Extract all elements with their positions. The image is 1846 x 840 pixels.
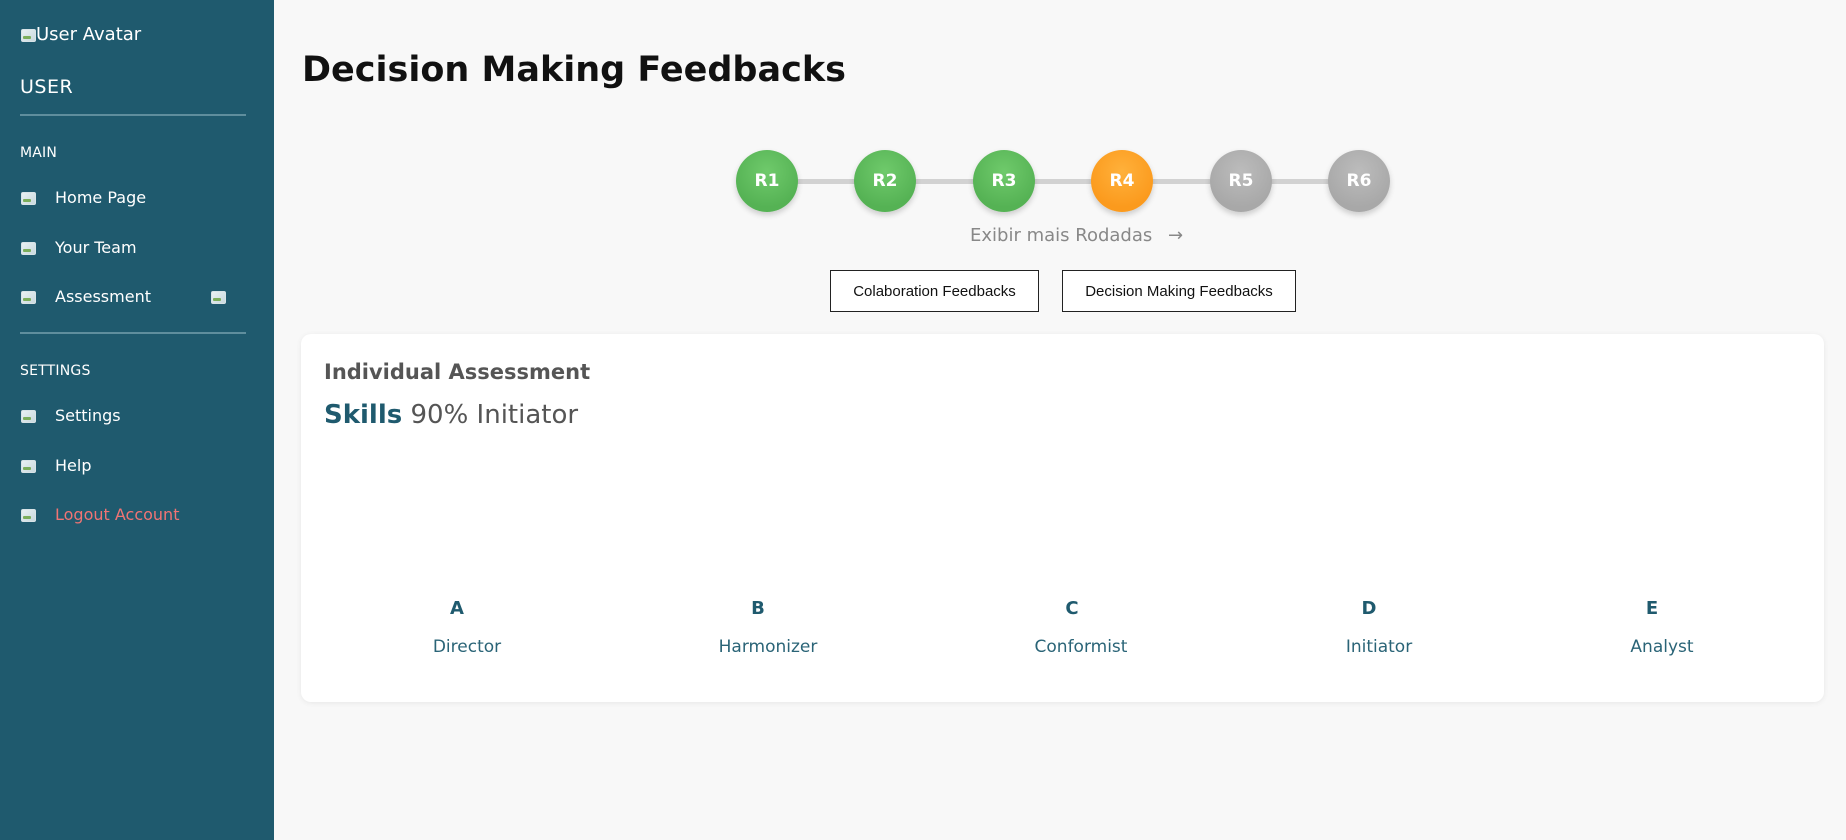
avatar-alt-text: User Avatar	[36, 24, 142, 45]
sidebar-item-label: Your Team	[55, 238, 137, 257]
round-r5[interactable]: R5	[1210, 150, 1272, 212]
home-icon	[20, 190, 36, 206]
settings-icon	[20, 408, 36, 424]
profile-name: Harmonizer	[718, 637, 818, 657]
profile-letter: E	[1645, 598, 1659, 619]
help-icon	[20, 458, 36, 474]
assessment-icon	[20, 289, 36, 305]
sidebar-item-label: Settings	[55, 406, 121, 425]
profile-letter: C	[1065, 598, 1079, 619]
profile-column-a: A Director	[367, 598, 567, 657]
profile-name: Conformist	[1034, 637, 1128, 657]
sidebar-item-assessment[interactable]: Assessment	[20, 287, 151, 306]
sidebar-item-logout[interactable]: Logout Account	[20, 505, 179, 524]
profile-column-e: E Analyst	[1562, 598, 1762, 657]
profile-letter: A	[450, 598, 464, 619]
arrow-right-icon: →	[1167, 225, 1184, 246]
profile-letter: D	[1361, 598, 1377, 619]
sidebar-divider	[20, 332, 246, 334]
logout-icon	[20, 507, 36, 523]
round-r4[interactable]: R4	[1091, 150, 1153, 212]
round-connector-line	[756, 179, 1370, 184]
individual-assessment-card: Individual Assessment Skills 90% Initiat…	[301, 334, 1824, 702]
sidebar-item-label: Assessment	[55, 287, 151, 306]
section-label-main: MAIN	[20, 145, 58, 161]
sidebar-item-home[interactable]: Home Page	[20, 188, 146, 207]
team-icon	[20, 240, 36, 256]
round-r3[interactable]: R3	[973, 150, 1035, 212]
sidebar-item-label: Logout Account	[55, 505, 180, 524]
profile-column-c: C Conformist	[981, 598, 1181, 657]
skills-label: Skills	[324, 400, 403, 430]
page-title: Decision Making Feedbacks	[302, 50, 846, 90]
round-stepper: R1 R2 R3 R4 R5 R6	[736, 150, 1390, 212]
user-avatar[interactable]: User Avatar	[20, 24, 141, 45]
sidebar-item-label: Home Page	[55, 188, 147, 207]
skills-summary: Skills 90% Initiator	[324, 400, 578, 430]
user-name: USER	[20, 76, 74, 98]
sidebar-item-label: Help	[55, 456, 92, 475]
round-r6[interactable]: R6	[1328, 150, 1390, 212]
profile-name: Initiator	[1345, 637, 1413, 657]
skills-value: 90% Initiator	[410, 400, 579, 430]
round-r1[interactable]: R1	[736, 150, 798, 212]
profile-name: Analyst	[1630, 637, 1694, 657]
section-label-settings: SETTINGS	[20, 363, 91, 379]
decision-making-feedbacks-button[interactable]: Decision Making Feedbacks	[1062, 270, 1296, 312]
show-more-rounds-link[interactable]: Exibir mais Rodadas →	[970, 225, 1183, 246]
sidebar-item-your-team[interactable]: Your Team	[20, 238, 137, 257]
profile-column-b: B Harmonizer	[668, 598, 868, 657]
sidebar-item-settings[interactable]: Settings	[20, 406, 121, 425]
sidebar-item-help[interactable]: Help	[20, 456, 91, 475]
sidebar-divider	[20, 114, 246, 116]
profile-name: Director	[432, 637, 502, 657]
profile-column-d: D Initiator	[1279, 598, 1479, 657]
show-more-rounds-label: Exibir mais Rodadas	[970, 225, 1153, 246]
card-title: Individual Assessment	[324, 360, 591, 384]
round-r2[interactable]: R2	[854, 150, 916, 212]
sidebar: User Avatar USER MAIN Home Page Your Tea…	[0, 0, 274, 840]
submenu-toggle-icon[interactable]	[210, 289, 226, 305]
profile-letter: B	[751, 598, 765, 619]
avatar-image-icon	[20, 27, 36, 43]
collaboration-feedbacks-button[interactable]: Colaboration Feedbacks	[830, 270, 1039, 312]
